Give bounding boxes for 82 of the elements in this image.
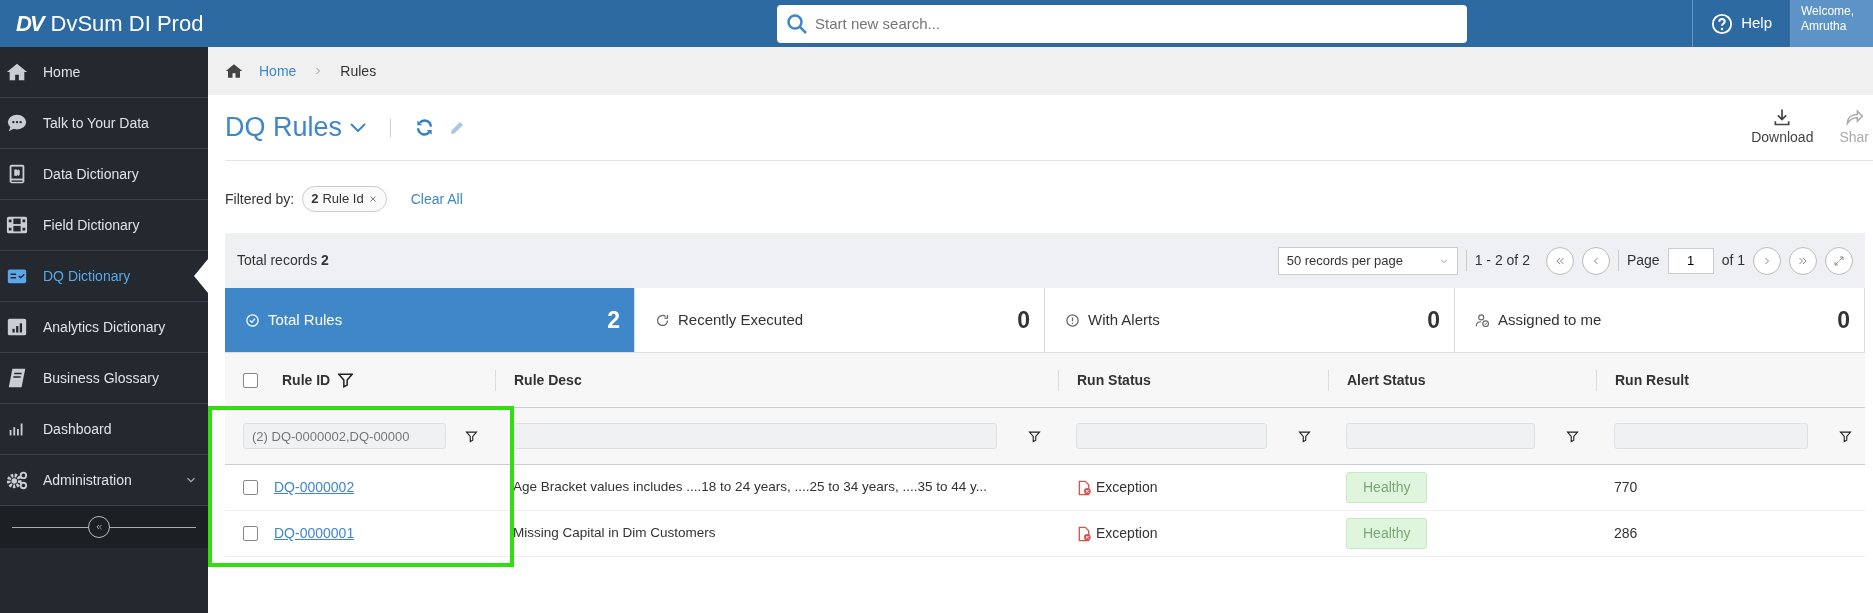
status-badge: Healthy	[1346, 472, 1428, 503]
filter-icon[interactable]	[1838, 428, 1853, 444]
column-header: Run Status	[1077, 370, 1151, 390]
summary-tab[interactable]: With Alerts 0	[1045, 288, 1455, 353]
column-filter-field[interactable]	[1614, 423, 1808, 449]
select-all-checkbox[interactable]	[243, 372, 258, 388]
download-icon	[1772, 107, 1793, 127]
active-indicator	[194, 259, 208, 293]
column-header: Run Result	[1615, 370, 1689, 390]
logo[interactable]: DV	[16, 7, 43, 40]
table-cell-text: Exception	[1096, 524, 1158, 543]
sidebar-item[interactable]: Analytics Dictionary	[0, 302, 208, 353]
page-title-dropdown[interactable]: DQ Rules	[225, 107, 367, 148]
table-cell-text: Exception	[1096, 478, 1158, 497]
column-filter-field[interactable]: (2) DQ-0000002,DQ-00000	[243, 423, 446, 449]
column-filter-field[interactable]	[513, 423, 997, 449]
summary-tab[interactable]: Total Rules 2	[225, 288, 635, 353]
filter-icon[interactable]	[1027, 428, 1042, 444]
sidebar-item[interactable]: Field Dictionary	[0, 200, 208, 251]
filter-icon[interactable]	[464, 428, 479, 444]
error-document-icon	[1076, 525, 1092, 542]
breadcrumb-current: Rules	[340, 61, 377, 81]
check-circle-icon	[245, 312, 260, 328]
record-range: 1 - 2 of 2	[1465, 250, 1538, 271]
bar-chart-icon	[6, 316, 28, 338]
table-cell: 770	[1614, 479, 1638, 495]
share-icon	[1844, 107, 1865, 127]
first-page-button[interactable]	[1545, 246, 1574, 275]
sidebar-item[interactable]: DQ Dictionary	[0, 251, 208, 302]
film-strip-icon	[6, 214, 28, 236]
sidebar-item[interactable]: Data Dictionary	[0, 149, 208, 200]
alert-circle-icon	[1065, 312, 1080, 328]
column-filter-field[interactable]	[1076, 423, 1267, 449]
table-cell: Age Bracket values includes ....18 to 24 years, ....25 to 34 years, ....35 to 44 y...	[513, 479, 987, 495]
column-header: Rule Desc	[514, 370, 582, 390]
search-field[interactable]: Start new search...	[777, 4, 1468, 43]
status-badge: Healthy	[1346, 518, 1428, 549]
column-header: Rule ID	[282, 370, 331, 390]
rule-id-link[interactable]: DQ-0000001	[274, 523, 355, 544]
double-chevron-left-icon	[94, 522, 104, 532]
sidebar-item[interactable]: Talk to Your Data	[0, 98, 208, 149]
row-checkbox[interactable]	[243, 526, 258, 541]
home-icon[interactable]	[225, 62, 243, 80]
table-cell: 286	[1614, 525, 1638, 541]
sidebar-item[interactable]: Business Glossary	[0, 353, 208, 404]
app-title: DvSum DI Prod	[50, 10, 204, 38]
total-records: Total records 2	[237, 251, 330, 270]
search-icon	[787, 13, 808, 34]
page-count: of 1	[1721, 251, 1745, 270]
page-number-field[interactable]: 1	[1667, 247, 1714, 274]
chevron-down-icon	[350, 123, 367, 132]
expand-button[interactable]	[1825, 246, 1853, 275]
refresh-icon	[655, 312, 670, 328]
column-header: Alert Status	[1347, 370, 1426, 390]
summary-tab[interactable]: Recently Executed 0	[635, 288, 1045, 353]
page-size-dropdown[interactable]: 50 records per page	[1277, 246, 1458, 275]
summary-tab[interactable]: Assigned to me 0	[1455, 288, 1865, 353]
last-page-button[interactable]	[1789, 246, 1817, 275]
collapse-button[interactable]	[88, 516, 110, 538]
error-document-icon	[1076, 479, 1092, 496]
download-button[interactable]: Download	[1733, 107, 1832, 148]
chat-bubble-icon	[6, 112, 28, 134]
home-icon	[6, 61, 28, 83]
gears-icon	[6, 469, 28, 491]
book-icon	[6, 367, 28, 389]
clear-all-link[interactable]: Clear All	[410, 188, 463, 210]
page-label: Page	[1617, 250, 1660, 271]
table-cell: Missing Capital in Dim Customers	[513, 525, 716, 541]
user-check-icon	[1475, 312, 1490, 328]
filter-icon[interactable]	[1565, 428, 1580, 444]
row-checkbox[interactable]	[243, 480, 258, 495]
close-icon[interactable]	[367, 194, 378, 204]
filter-icon[interactable]	[338, 372, 354, 388]
filter-label: Filtered by:	[225, 189, 295, 209]
rule-id-link[interactable]: DQ-0000002	[274, 477, 355, 498]
help-icon	[1711, 12, 1734, 35]
filter-chip[interactable]: 2 Rule Id	[302, 186, 387, 212]
sidebar-item[interactable]: Dashboard	[0, 404, 208, 455]
column-filter-field[interactable]	[1346, 423, 1535, 449]
expand-icon	[1833, 254, 1845, 267]
refresh-icon[interactable]	[415, 118, 435, 137]
filter-icon[interactable]	[1297, 428, 1312, 444]
